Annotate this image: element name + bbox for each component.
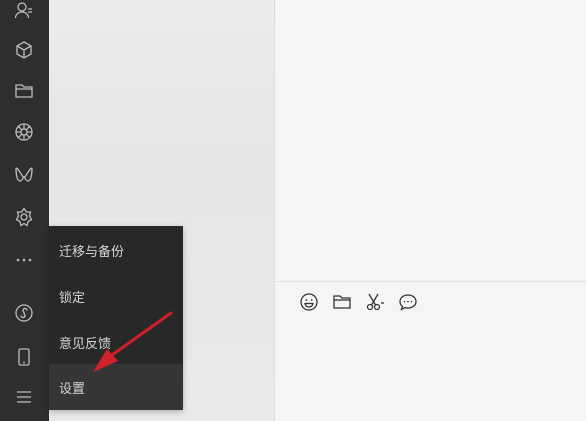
menu-icon[interactable] xyxy=(8,381,40,413)
folder-icon[interactable] xyxy=(8,75,40,107)
chat-area xyxy=(275,0,586,421)
chat-history-icon[interactable] xyxy=(396,290,420,314)
phone-icon[interactable] xyxy=(8,341,40,373)
search-icon[interactable] xyxy=(8,201,40,233)
moments-icon[interactable] xyxy=(8,116,40,148)
screenshot-icon[interactable] xyxy=(363,290,387,314)
mini-program-panel-icon[interactable] xyxy=(8,297,40,329)
menu-item-lock[interactable]: 锁定 xyxy=(49,273,183,319)
menu-item-feedback[interactable]: 意见反馈 xyxy=(49,319,183,365)
emoji-icon[interactable] xyxy=(297,290,321,314)
contacts-icon[interactable] xyxy=(8,0,40,26)
mini-program-icon[interactable] xyxy=(8,34,40,66)
input-divider xyxy=(275,281,586,282)
file-icon[interactable] xyxy=(330,290,354,314)
menu-item-settings[interactable]: 设置 xyxy=(49,364,183,410)
more-popup-menu: 迁移与备份 锁定 意见反馈 设置 xyxy=(49,226,183,410)
channels-icon[interactable] xyxy=(8,159,40,191)
menu-item-migrate-backup[interactable]: 迁移与备份 xyxy=(49,227,183,273)
more-icon[interactable] xyxy=(8,244,40,276)
left-sidebar xyxy=(0,0,49,421)
